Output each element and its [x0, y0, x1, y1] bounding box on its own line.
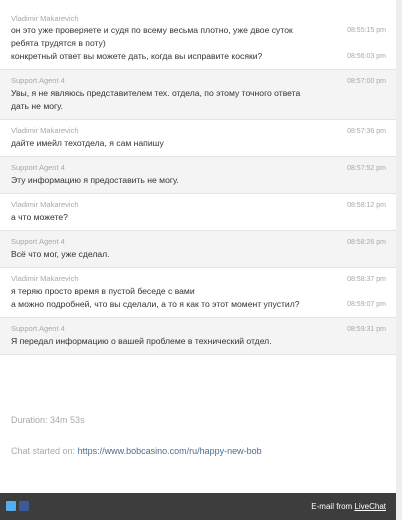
sender-name: Vladimir Makarevich	[11, 200, 79, 209]
sender-name: Vladimir Makarevich	[11, 14, 79, 23]
visitor-message: Vladimir Makarevich 08:58:12 pm а что може…	[0, 194, 396, 231]
agent-message: Support Agent 4 08:57:52 pm Эту информацию…	[0, 157, 396, 194]
message-text: он это уже проверяете и судя по всему ве…	[11, 25, 293, 35]
message-line: Увы, я не являюсь представителем тех. от…	[11, 87, 386, 100]
message-header: Vladimir Makarevich 08:58:37 pm	[11, 273, 386, 285]
footer-bar: E-mail from LiveChat	[0, 493, 396, 520]
sender-name: Support Agent 4	[11, 237, 65, 246]
agent-message: Support Agent 4 08:59:31 pm Я передал инфо…	[0, 318, 396, 355]
message-line: ребята трудятся в поту)	[11, 37, 386, 50]
message-header: Support Agent 4 08:59:31 pm	[11, 323, 386, 335]
agent-message: Support Agent 4 08:57:00 pm Увы, я не явля…	[0, 70, 396, 120]
message-text: дайте имейл техотдела, я сам напишу	[11, 138, 164, 148]
twitter-icon[interactable]	[6, 501, 16, 511]
message-time: 08:57:36 pm	[347, 128, 386, 135]
message-time: 08:55:15 pm	[347, 27, 386, 34]
agent-message: Support Agent 4 08:58:26 pm Всё что мог, у…	[0, 231, 396, 268]
message-header: Support Agent 4 08:57:00 pm	[11, 75, 386, 87]
sender-name: Vladimir Makarevich	[11, 126, 79, 135]
message-time: 08:58:37 pm	[347, 276, 386, 283]
sender-name: Vladimir Makarevich	[11, 274, 79, 283]
scrollbar-track[interactable]	[396, 0, 402, 520]
message-text: Эту информацию я предоставить не могу.	[11, 175, 179, 185]
message-text: а что можете?	[11, 212, 68, 222]
message-text: конкретный ответ вы можете дать, когда в…	[11, 51, 263, 61]
message-line: а что можете?	[11, 211, 386, 224]
message-time: 08:56:03 pm	[347, 53, 386, 60]
visitor-message: Vladimir Makarevich он это уже проверяете…	[0, 8, 396, 70]
chat-duration: Duration: 34m 53s	[11, 415, 85, 425]
visitor-message: Vladimir Makarevich 08:58:37 pm я теряю пр…	[0, 268, 396, 318]
message-line: Я передал информацию о вашей проблеме в …	[11, 335, 386, 348]
message-text: ребята трудятся в поту)	[11, 38, 106, 48]
message-line: я теряю просто время в пустой беседе с в…	[11, 285, 386, 298]
message-time: 08:57:00 pm	[347, 78, 386, 85]
message-time: 08:58:12 pm	[347, 202, 386, 209]
duration-label: Duration:	[11, 415, 48, 425]
sender-name: Support Agent 4	[11, 324, 65, 333]
footer-text: E-mail from LiveChat	[311, 502, 386, 511]
message-line: он это уже проверяете и судя по всему ве…	[11, 24, 386, 37]
message-text: Увы, я не являюсь представителем тех. от…	[11, 88, 301, 98]
message-time: 08:59:31 pm	[347, 326, 386, 333]
chat-started-on: Chat started on: https://www.bobcasino.c…	[11, 446, 262, 456]
message-line: конкретный ответ вы можете дать, когда в…	[11, 50, 386, 63]
social-icons	[6, 501, 29, 511]
livechat-link[interactable]: LiveChat	[354, 502, 386, 511]
visitor-message: Vladimir Makarevich 08:57:36 pm дайте имей…	[0, 120, 396, 157]
started-url-link[interactable]: https://www.bobcasino.com/ru/happy-new-b…	[78, 446, 262, 456]
message-line: Всё что мог, уже сделал.	[11, 248, 386, 261]
message-header: Vladimir Makarevich	[11, 13, 386, 24]
chat-transcript: Vladimir Makarevich он это уже проверяете…	[0, 8, 396, 355]
message-text: дать не могу.	[11, 101, 63, 111]
message-line: дайте имейл техотдела, я сам напишу	[11, 137, 386, 150]
message-header: Support Agent 4 08:58:26 pm	[11, 236, 386, 248]
email-from-label: E-mail from	[311, 502, 353, 511]
message-line: Эту информацию я предоставить не могу.	[11, 174, 386, 187]
message-time: 08:59:07 pm	[347, 301, 386, 308]
message-time: 08:58:26 pm	[347, 239, 386, 246]
sender-name: Support Agent 4	[11, 76, 65, 85]
message-header: Vladimir Makarevich 08:58:12 pm	[11, 199, 386, 211]
duration-value: 34m 53s	[50, 415, 85, 425]
message-header: Support Agent 4 08:57:52 pm	[11, 162, 386, 174]
message-line: дать не могу.	[11, 100, 386, 113]
message-text: Всё что мог, уже сделал.	[11, 249, 110, 259]
message-time: 08:57:52 pm	[347, 165, 386, 172]
message-header: Vladimir Makarevich 08:57:36 pm	[11, 125, 386, 137]
message-line: а можно подробней, что вы сделали, а то …	[11, 298, 386, 311]
sender-name: Support Agent 4	[11, 163, 65, 172]
message-text: а можно подробней, что вы сделали, а то …	[11, 299, 300, 309]
message-text: Я передал информацию о вашей проблеме в …	[11, 336, 272, 346]
facebook-icon[interactable]	[19, 501, 29, 511]
message-text: я теряю просто время в пустой беседе с в…	[11, 286, 195, 296]
started-label: Chat started on:	[11, 446, 76, 456]
